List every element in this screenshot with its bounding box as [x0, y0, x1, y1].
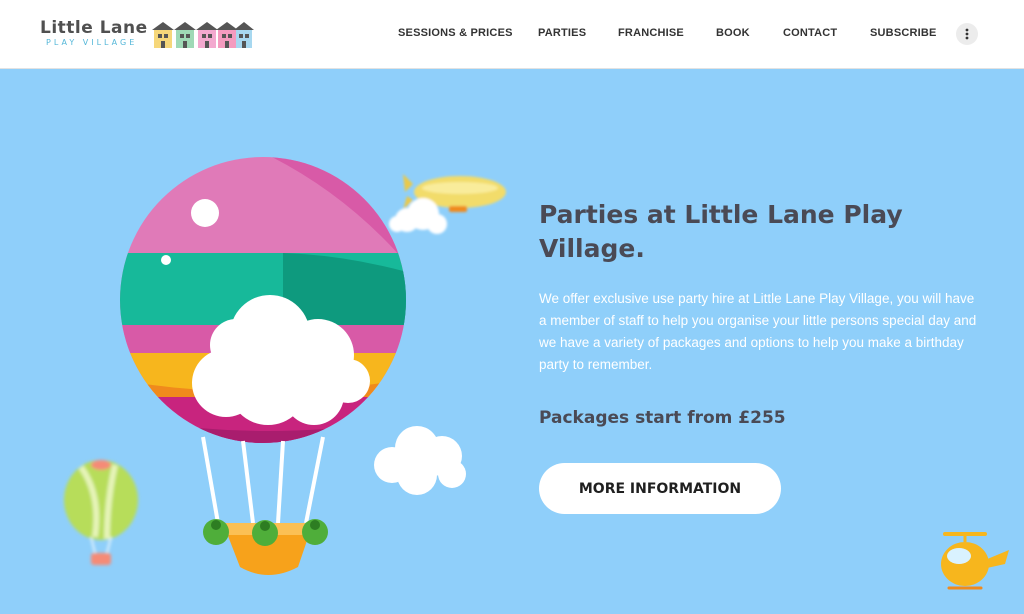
site-header: Little Lane PLAY VILLAGE SESSIONS & PRIC…: [0, 0, 1024, 69]
nav-contact[interactable]: CONTACT: [783, 27, 837, 39]
nav-book[interactable]: BOOK: [716, 27, 750, 39]
blimp-icon: [389, 174, 506, 234]
nav-sessions-prices[interactable]: SESSIONS & PRICES: [398, 27, 513, 39]
nav-parties[interactable]: PARTIES: [538, 27, 586, 39]
hot-air-balloon-icon: [120, 157, 406, 575]
helicopter-icon: [941, 532, 1009, 590]
nav-franchise[interactable]: FRANCHISE: [618, 27, 684, 39]
more-menu-button[interactable]: [956, 23, 978, 45]
nav-subscribe[interactable]: SUBSCRIBE: [870, 27, 937, 39]
hero-price: Packages start from £255: [539, 408, 786, 428]
vertical-dots-icon: [965, 28, 969, 40]
hero-description: We offer exclusive use party hire at Lit…: [539, 291, 977, 372]
hero-title: Parties at Little Lane Play Village.: [539, 200, 903, 263]
main-nav: SESSIONS & PRICES PARTIES FRANCHISE BOOK…: [0, 0, 1024, 68]
cloud-icon: [374, 426, 466, 495]
more-information-button[interactable]: MORE INFORMATION: [539, 463, 781, 514]
